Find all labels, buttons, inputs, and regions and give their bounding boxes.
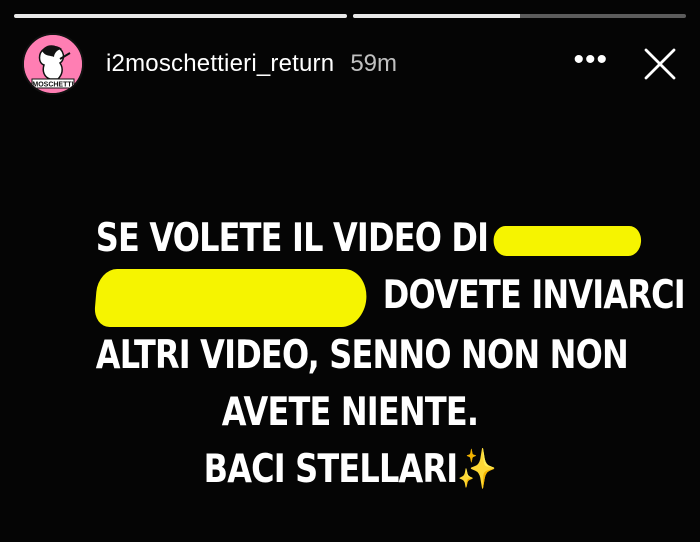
progress-fill-1 — [14, 14, 347, 18]
redaction-mark-1 — [491, 225, 643, 256]
story-line-5-text: BACI STELLARI — [203, 446, 459, 492]
story-line-5: BACI STELLARI✨ — [96, 441, 604, 498]
avatar-label: MOSCHETTI — [32, 82, 73, 89]
username[interactable]: i2moschettieri_return — [106, 50, 334, 78]
avatar-image: MOSCHETTI — [24, 35, 82, 93]
more-options-icon[interactable]: ••• — [573, 45, 608, 75]
sparkles-icon: ✨ — [457, 446, 497, 492]
story-line-3: ALTRI VIDEO, SENNO NON NON — [95, 332, 629, 378]
story-text: SE VOLETE IL VIDEO DI DOVETE INVIARCI AL… — [93, 210, 686, 498]
progress-fill-2 — [353, 14, 520, 18]
story-progress-bar — [14, 14, 686, 18]
story-line-4: AVETE NIENTE. — [221, 389, 479, 435]
story-line-1: SE VOLETE IL VIDEO DI — [95, 210, 643, 267]
progress-segment-2 — [353, 14, 686, 18]
redaction-mark-2 — [93, 268, 369, 327]
avatar[interactable]: MOSCHETTI — [22, 33, 84, 95]
close-icon[interactable] — [642, 46, 678, 82]
story-line-2-text: DOVETE INVIARCI — [382, 273, 686, 318]
story-line-2: DOVETE INVIARCI — [93, 267, 686, 327]
story-line-1-text: SE VOLETE IL VIDEO DI — [95, 216, 489, 261]
post-time: 59m — [350, 50, 397, 77]
story-header: MOSCHETTI i2moschettieri_return 59m ••• — [22, 33, 678, 95]
progress-segment-1 — [14, 14, 347, 18]
